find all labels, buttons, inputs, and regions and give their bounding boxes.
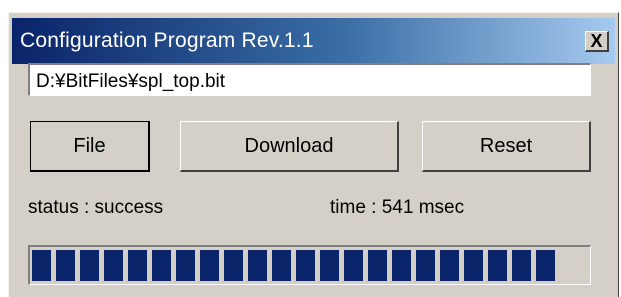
progress-block xyxy=(176,250,195,281)
file-path-input[interactable] xyxy=(28,63,591,96)
progress-block xyxy=(296,250,315,281)
title-bar[interactable]: Configuration Program Rev.1.1 X xyxy=(12,18,615,64)
close-icon: X xyxy=(590,31,603,51)
progress-block xyxy=(272,250,291,281)
progress-block xyxy=(104,250,123,281)
progress-bar xyxy=(28,245,591,285)
status-text: status : success xyxy=(28,197,164,218)
progress-block xyxy=(224,250,243,281)
progress-block xyxy=(344,250,363,281)
progress-block xyxy=(392,250,411,281)
download-button[interactable]: Download xyxy=(180,121,399,172)
progress-block xyxy=(488,250,507,281)
progress-block xyxy=(200,250,219,281)
close-button[interactable]: X xyxy=(585,31,609,52)
file-button[interactable]: File xyxy=(30,121,150,172)
progress-block xyxy=(152,250,171,281)
progress-block xyxy=(56,250,75,281)
progress-block xyxy=(512,250,531,281)
progress-block xyxy=(368,250,387,281)
reset-button[interactable]: Reset xyxy=(422,121,591,172)
progress-block xyxy=(536,250,555,281)
progress-block xyxy=(464,250,483,281)
progress-block xyxy=(320,250,339,281)
progress-block xyxy=(440,250,459,281)
window-title: Configuration Program Rev.1.1 xyxy=(20,29,314,52)
time-text: time : 541 msec xyxy=(330,197,465,218)
progress-block xyxy=(128,250,147,281)
progress-block xyxy=(80,250,99,281)
progress-block xyxy=(248,250,267,281)
progress-block xyxy=(416,250,435,281)
progress-block xyxy=(32,250,51,281)
